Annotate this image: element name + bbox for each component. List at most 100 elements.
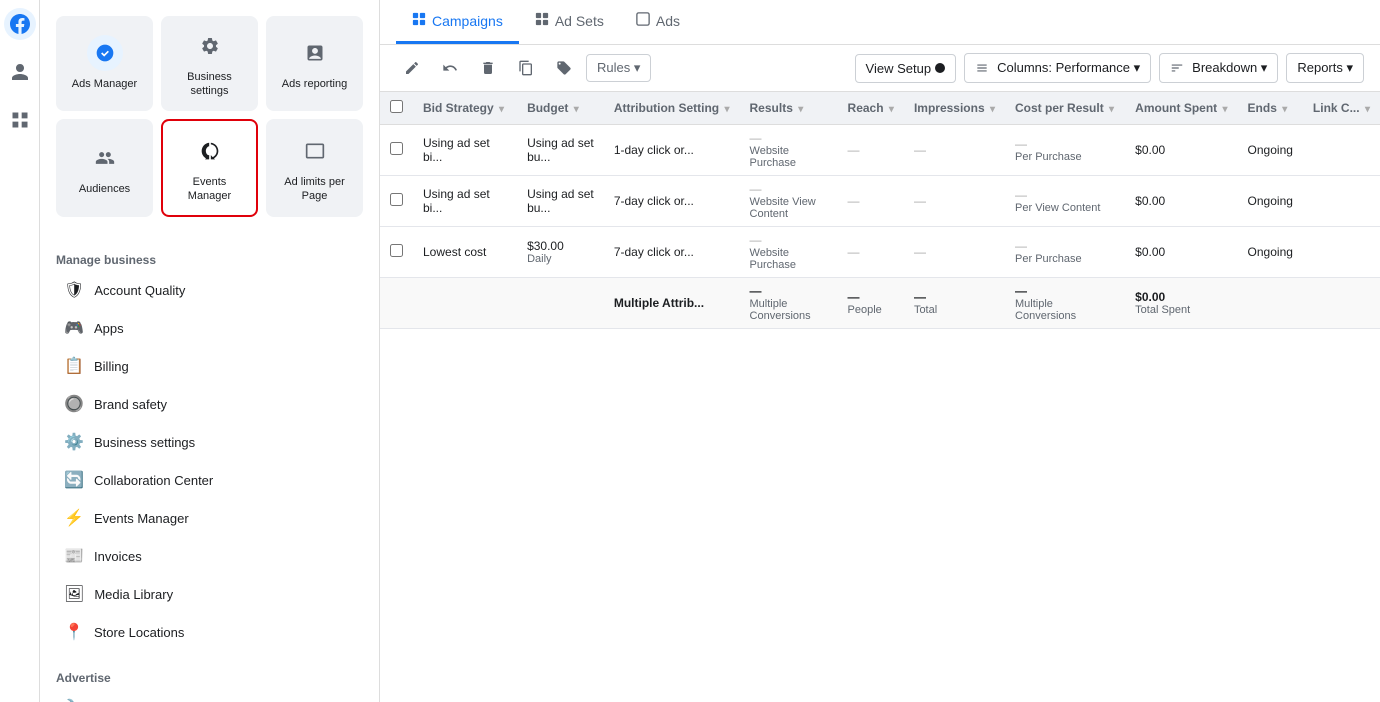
quick-item-ads-manager[interactable]: Ads Manager (56, 16, 153, 111)
th-results[interactable]: Results ▾ (740, 92, 838, 125)
row1-results: — Website Purchase (740, 125, 838, 176)
events-manager-quick-icon (192, 133, 228, 169)
sort-arrow-bid: ▾ (499, 104, 504, 115)
columns-button[interactable]: Columns: Performance ▾ (964, 53, 1151, 83)
quick-item-audiences[interactable]: Audiences (56, 119, 153, 218)
quick-item-events-manager[interactable]: Events Manager (161, 119, 258, 218)
view-setup-label: View Setup (866, 61, 932, 76)
sidebar-item-media-library[interactable]: 🖼 Media Library (48, 576, 371, 612)
sidebar-item-label-events-manager: Events Manager (94, 511, 189, 526)
sidebar: Ads Manager Business settings Ads report… (40, 0, 380, 702)
audiences-quick-label: Audiences (79, 182, 130, 196)
sidebar-item-label-billing: Billing (94, 359, 129, 374)
row1-checkbox-cell[interactable] (380, 125, 413, 176)
th-amount-spent[interactable]: Amount Spent ▾ (1125, 92, 1237, 125)
columns-label: Columns: Performance ▾ (997, 60, 1140, 76)
row2-impressions: — (904, 176, 1005, 227)
row2-cost: — Per View Content (1005, 176, 1125, 227)
total-results: — Multiple Conversions (740, 278, 838, 329)
tab-campaigns[interactable]: Campaigns (396, 0, 519, 44)
sidebar-item-store-locations[interactable]: 📍 Store Locations (48, 614, 371, 650)
sidebar-item-account-quality[interactable]: 🛡 Account Quality (48, 272, 371, 308)
ad-account-settings-icon: 🔧 (64, 698, 84, 702)
quick-item-ads-reporting[interactable]: Ads reporting (266, 16, 363, 111)
row3-amount: $0.00 (1125, 227, 1237, 278)
delete-button[interactable] (472, 54, 504, 82)
sidebar-item-label-brand-safety: Brand safety (94, 397, 167, 412)
ad-sets-tab-icon (535, 12, 549, 29)
th-link-c[interactable]: Link C... ▾ (1303, 92, 1380, 125)
sidebar-item-brand-safety[interactable]: 🔘 Brand safety (48, 386, 371, 422)
sidebar-item-apps[interactable]: 🎮 Apps (48, 310, 371, 346)
row3-checkbox-cell[interactable] (380, 227, 413, 278)
sort-arrow-amount: ▾ (1223, 104, 1228, 115)
events-manager-icon: ⚡ (64, 508, 84, 528)
quick-item-ad-limits[interactable]: Ad limits per Page (266, 119, 363, 218)
sidebar-item-ad-account-settings[interactable]: 🔧 Ad account settings (48, 690, 371, 702)
sidebar-item-business-settings[interactable]: ⚙️ Business settings (48, 424, 371, 460)
business-settings-quick-icon (192, 28, 228, 64)
row2-checkbox[interactable] (390, 193, 403, 206)
person-icon[interactable] (4, 56, 36, 88)
row3-reach: — (838, 227, 904, 278)
row2-bid-strategy: Using ad set bi... (413, 176, 517, 227)
edit-button[interactable] (396, 54, 428, 82)
row1-checkbox[interactable] (390, 142, 403, 155)
row3-budget: $30.00 Daily (517, 227, 604, 278)
tab-ads[interactable]: Ads (620, 0, 696, 44)
tag-button[interactable] (548, 54, 580, 82)
sidebar-item-billing[interactable]: 📋 Billing (48, 348, 371, 384)
th-budget[interactable]: Budget ▾ (517, 92, 604, 125)
ads-manager-quick-label: Ads Manager (72, 77, 137, 91)
sidebar-item-invoices[interactable]: 📰 Invoices (48, 538, 371, 574)
row2-checkbox-cell[interactable] (380, 176, 413, 227)
media-library-icon: 🖼 (64, 584, 84, 604)
table-row: Lowest cost $30.00 Daily 7-day click or.… (380, 227, 1380, 278)
total-link (1303, 278, 1380, 329)
row3-ends: Ongoing (1238, 227, 1303, 278)
ads-reporting-quick-label: Ads reporting (282, 77, 347, 91)
apps-icon: 🎮 (64, 318, 84, 338)
th-cost-per-result[interactable]: Cost per Result ▾ (1005, 92, 1125, 125)
sort-arrow-attribution: ▾ (724, 104, 729, 115)
store-locations-icon: 📍 (64, 622, 84, 642)
tab-campaigns-label: Campaigns (432, 13, 503, 29)
grid-menu-icon[interactable] (4, 104, 36, 136)
toolbar-right: View Setup Columns: Performance ▾ Breakd… (855, 53, 1364, 83)
th-bid-strategy[interactable]: Bid Strategy ▾ (413, 92, 517, 125)
row3-checkbox[interactable] (390, 244, 403, 257)
breakdown-button[interactable]: Breakdown ▾ (1159, 53, 1278, 83)
th-attribution[interactable]: Attribution Setting ▾ (604, 92, 740, 125)
undo-button[interactable] (434, 54, 466, 82)
select-all-checkbox[interactable] (390, 100, 403, 113)
reports-button[interactable]: Reports ▾ (1286, 53, 1364, 83)
sidebar-item-collaboration-center[interactable]: 🔄 Collaboration Center (48, 462, 371, 498)
row1-ends: Ongoing (1238, 125, 1303, 176)
tab-ad-sets[interactable]: Ad Sets (519, 0, 620, 44)
sort-arrow-budget: ▾ (574, 104, 579, 115)
rules-button[interactable]: Rules ▾ (586, 54, 651, 82)
total-bid (413, 278, 517, 329)
duplicate-button[interactable] (510, 54, 542, 82)
row3-impressions: — (904, 227, 1005, 278)
sidebar-item-events-manager[interactable]: ⚡ Events Manager (48, 500, 371, 536)
campaigns-table: Bid Strategy ▾ Budget ▾ Attribution Sett… (380, 92, 1380, 329)
ad-limits-quick-icon (297, 133, 333, 169)
th-reach[interactable]: Reach ▾ (838, 92, 904, 125)
table-total-row: Multiple Attrib... — Multiple Conversion… (380, 278, 1380, 329)
quick-access-grid: Ads Manager Business settings Ads report… (40, 0, 379, 233)
row2-attribution: 7-day click or... (604, 176, 740, 227)
th-checkbox[interactable] (380, 92, 413, 125)
total-attribution: Multiple Attrib... (604, 278, 740, 329)
business-settings-quick-label: Business settings (169, 70, 250, 99)
view-setup-button[interactable]: View Setup (855, 54, 957, 83)
th-ends[interactable]: Ends ▾ (1238, 92, 1303, 125)
th-impressions[interactable]: Impressions ▾ (904, 92, 1005, 125)
sort-arrow-results: ▾ (798, 104, 803, 115)
ads-manager-quick-icon (87, 35, 123, 71)
row1-link (1303, 125, 1380, 176)
audiences-quick-icon (87, 140, 123, 176)
row3-results: — Website Purchase (740, 227, 838, 278)
quick-item-business-settings[interactable]: Business settings (161, 16, 258, 111)
table-row: Using ad set bi... Using ad set bu... 7-… (380, 176, 1380, 227)
